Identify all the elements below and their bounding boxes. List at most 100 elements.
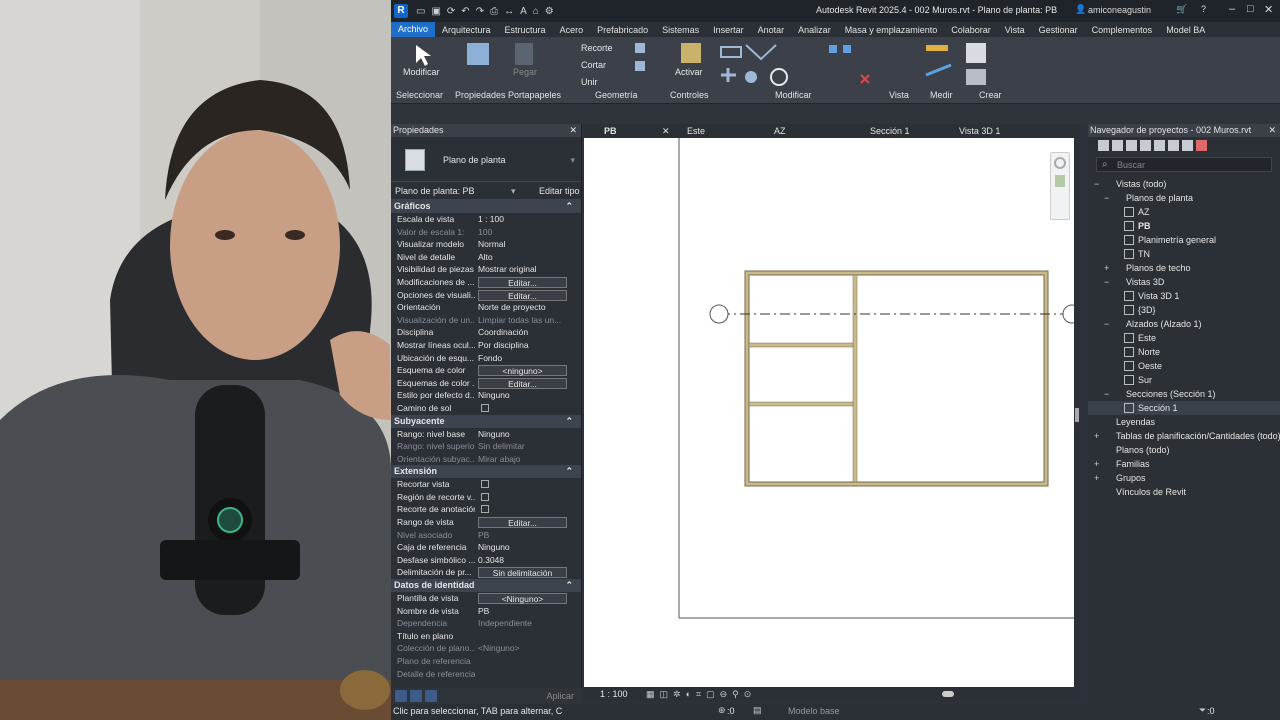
tree-node[interactable]: Planos (todo) [1088, 443, 1280, 457]
property-edit-button[interactable]: Editar... [475, 377, 567, 390]
tree-node[interactable]: Leyendas [1088, 415, 1280, 429]
instance-selector[interactable]: Plano de planta: PB [395, 186, 475, 196]
collapse-icon[interactable]: − [1104, 317, 1112, 331]
collapse-icon[interactable]: ⌃ [565, 200, 573, 213]
shadows-icon[interactable]: ◐ [686, 689, 691, 700]
browser-tool-icon[interactable] [1182, 139, 1193, 151]
user-icon[interactable]: 👤 [1075, 4, 1086, 15]
crop-view-icon[interactable]: ⌗ [696, 689, 701, 700]
property-value[interactable]: Norte de proyecto [475, 301, 567, 314]
tab-archivo[interactable]: Archivo [391, 22, 436, 37]
filter-icon[interactable]: ⏷ [1199, 705, 1206, 716]
tree-node[interactable]: − Alzados (Alzado 1) [1088, 317, 1280, 331]
property-value[interactable]: Por disciplina [475, 339, 567, 352]
tab-insertar[interactable]: Insertar [706, 25, 751, 35]
settings-icon[interactable]: ⚙ [545, 6, 554, 17]
property-checkbox[interactable] [475, 503, 567, 516]
group-seleccionar[interactable]: Seleccionar [396, 90, 443, 100]
tree-node[interactable]: Planimetría general [1088, 233, 1280, 247]
activate-button[interactable]: Activar [675, 67, 703, 77]
tree-node[interactable]: AZ [1088, 205, 1280, 219]
section-header[interactable]: Datos de identidad ⌃ [391, 579, 581, 593]
tree-node[interactable]: PB [1088, 219, 1280, 233]
tree-node[interactable]: Sección 1 [1088, 401, 1280, 415]
property-value[interactable]: Ninguno [475, 389, 567, 402]
tab-acero[interactable]: Acero [553, 25, 591, 35]
tab-anotar[interactable]: Anotar [751, 25, 792, 35]
property-value[interactable]: PB [475, 605, 567, 618]
tree-node[interactable]: − Vistas 3D [1088, 275, 1280, 289]
design-options-icon[interactable]: ▤ [753, 705, 762, 716]
property-value[interactable]: Coordinación [475, 326, 567, 339]
sort-icon[interactable] [410, 690, 422, 702]
scroll-thumb[interactable] [1075, 408, 1079, 422]
property-value[interactable]: Fondo [475, 352, 567, 365]
tab-sistemas[interactable]: Sistemas [655, 25, 706, 35]
property-edit-button[interactable]: Editar... [475, 516, 567, 529]
property-value[interactable]: Ninguno [475, 541, 567, 554]
tab-view-3d[interactable]: Vista 3D 1 [959, 126, 1000, 136]
workset-icon[interactable]: ⊕ [718, 705, 726, 716]
checkbox[interactable] [481, 480, 489, 489]
collapse-icon[interactable]: ⌃ [565, 415, 573, 428]
hide-isolate-icon[interactable]: ⚲ [732, 689, 739, 700]
view-scale[interactable]: 1 : 100 [600, 689, 628, 699]
user-name[interactable]: amiconeagustin [1088, 5, 1151, 15]
value-button[interactable]: Sin delimitación [478, 567, 567, 579]
section-header[interactable]: Extensión ⌃ [391, 465, 581, 479]
value-button[interactable]: Editar... [478, 289, 567, 301]
redo-icon[interactable]: ↷ [476, 6, 484, 17]
scroll-thumb[interactable] [942, 691, 954, 697]
tree-node[interactable]: Este [1088, 331, 1280, 345]
tab-prefabricado[interactable]: Prefabricado [590, 25, 655, 35]
section-header[interactable]: Gráficos ⌃ [391, 200, 581, 213]
tab-view-pb[interactable]: PB [604, 126, 617, 136]
edit-type-button[interactable]: Editar tipo [539, 186, 580, 196]
tree-node[interactable]: Norte [1088, 345, 1280, 359]
property-value[interactable]: Alto [475, 251, 567, 264]
browser-tool-icon[interactable] [1140, 139, 1151, 151]
value-button[interactable]: <ninguno> [478, 365, 567, 377]
collapse-icon[interactable]: ⌃ [565, 579, 573, 592]
horizontal-scrollbar[interactable] [842, 690, 1072, 698]
tree-node[interactable]: + Grupos [1088, 471, 1280, 485]
visual-style-icon[interactable]: ◫ [660, 689, 669, 700]
checkbox[interactable] [481, 403, 489, 412]
show-crop-icon[interactable]: ▢ [706, 689, 715, 700]
tab-gestionar[interactable]: Gestionar [1032, 25, 1085, 35]
expand-icon[interactable]: + [1104, 261, 1112, 275]
link-icon[interactable] [1196, 139, 1207, 151]
join-button[interactable]: Unir [581, 77, 598, 87]
property-checkbox[interactable] [475, 478, 567, 491]
vertical-scrollbar[interactable] [1074, 138, 1080, 687]
close-button[interactable]: ✕ [1264, 3, 1273, 16]
browser-search-input[interactable]: ⌕ Buscar [1096, 157, 1272, 172]
sun-path-icon[interactable]: ✲ [673, 689, 681, 700]
undo-icon[interactable]: ↶ [461, 6, 469, 17]
browser-tool-icon[interactable] [1112, 139, 1123, 151]
tree-node[interactable]: + Tablas de planificación/Cantidades (tod… [1088, 429, 1280, 443]
tree-node[interactable]: {3D} [1088, 303, 1280, 317]
print-icon[interactable]: ⎙ [490, 6, 498, 17]
property-checkbox[interactable] [475, 491, 567, 504]
close-icon[interactable]: ✕ [569, 124, 577, 137]
property-checkbox[interactable] [475, 402, 567, 415]
checkbox[interactable] [481, 505, 489, 514]
steering-wheel-icon[interactable] [1054, 157, 1066, 169]
collapse-icon[interactable]: − [1104, 275, 1112, 289]
property-edit-button[interactable]: Editar... [475, 276, 567, 289]
property-edit-button[interactable]: Editar... [475, 289, 567, 302]
tree-node[interactable]: − Secciones (Sección 1) [1088, 387, 1280, 401]
detail-level-icon[interactable]: ▦ [646, 689, 655, 700]
property-value[interactable]: Ninguno [475, 428, 567, 441]
tab-arquitectura[interactable]: Arquitectura [435, 25, 498, 35]
property-edit-button[interactable]: <Ninguno> [475, 592, 567, 605]
save-icon[interactable]: ▣ [431, 6, 440, 17]
browser-tool-icon[interactable] [1154, 139, 1165, 151]
expand-icon[interactable]: + [1094, 471, 1102, 485]
tab-colaborar[interactable]: Colaborar [944, 25, 998, 35]
collapse-icon[interactable]: − [1104, 191, 1112, 205]
browser-tool-icon[interactable] [1098, 139, 1109, 151]
section-header[interactable]: Subyacente ⌃ [391, 414, 581, 428]
tab-vista[interactable]: Vista [998, 25, 1032, 35]
